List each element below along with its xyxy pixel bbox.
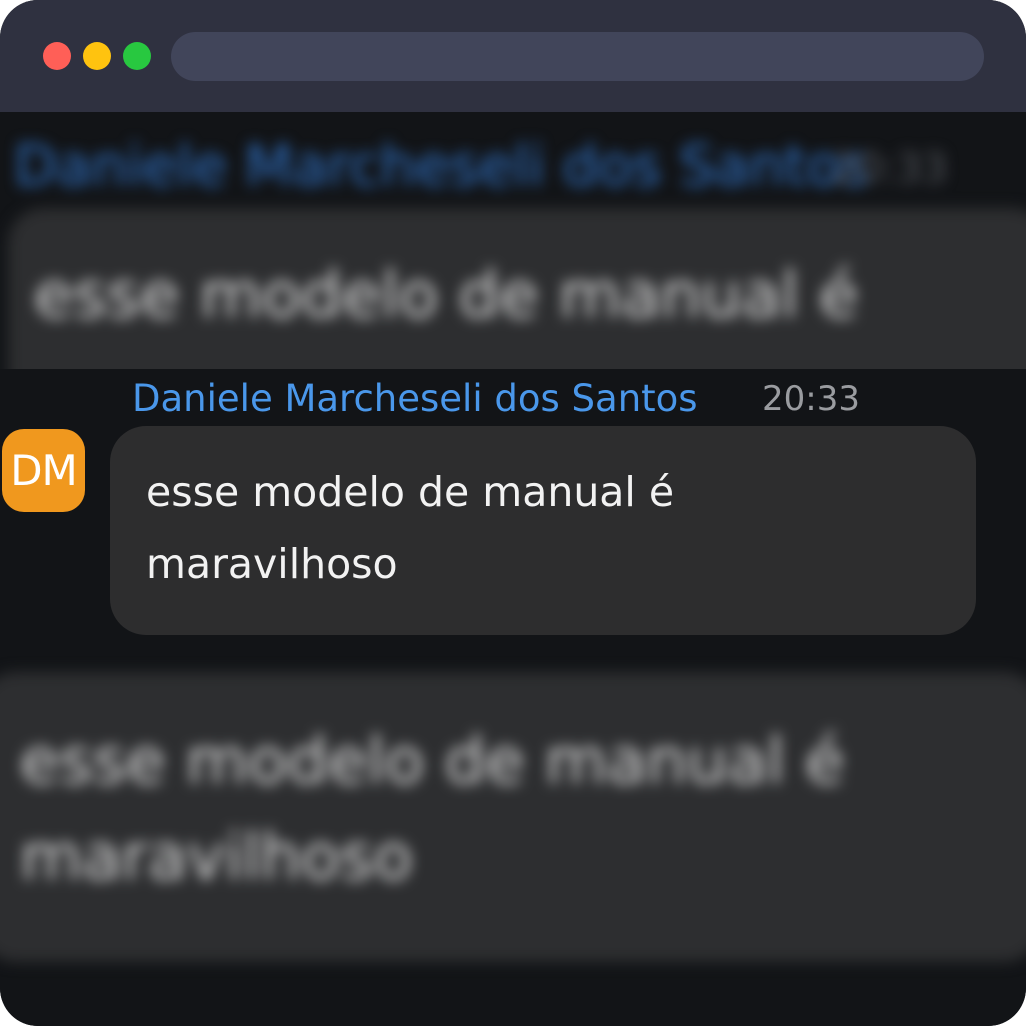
blurred-sender-name: Daniele Marcheseli dos Santos [14, 134, 870, 199]
title-bar [0, 0, 1026, 112]
blurred-message-above: Daniele Marcheseli dos Santos 20:33 esse… [0, 112, 1026, 448]
sender-name[interactable]: Daniele Marcheseli dos Santos [132, 377, 698, 420]
blurred-message-text-line1: esse modelo de manual é [20, 725, 845, 799]
blurred-message-text: esse modelo de manual é [34, 259, 859, 333]
blurred-timestamp: 20:33 [832, 146, 948, 192]
message-bubble: esse modelo de manual é maravilhoso [110, 426, 976, 635]
minimize-window-button[interactable] [83, 42, 111, 70]
blurred-message-text-line2: maravilhoso [20, 821, 413, 895]
chat-view: Daniele Marcheseli dos Santos 20:33 esse… [0, 112, 1026, 1026]
blurred-message-below: esse modelo de manual é maravilhoso [0, 652, 1026, 1026]
focused-message: Daniele Marcheseli dos Santos 20:33 DM e… [0, 369, 1026, 656]
browser-window: Daniele Marcheseli dos Santos 20:33 esse… [0, 0, 1026, 1026]
message-timestamp: 20:33 [762, 379, 860, 419]
message-text: esse modelo de manual é maravilhoso [146, 468, 675, 588]
maximize-window-button[interactable] [123, 42, 151, 70]
avatar[interactable]: DM [2, 429, 85, 512]
address-bar[interactable] [171, 32, 984, 81]
close-window-button[interactable] [43, 42, 71, 70]
